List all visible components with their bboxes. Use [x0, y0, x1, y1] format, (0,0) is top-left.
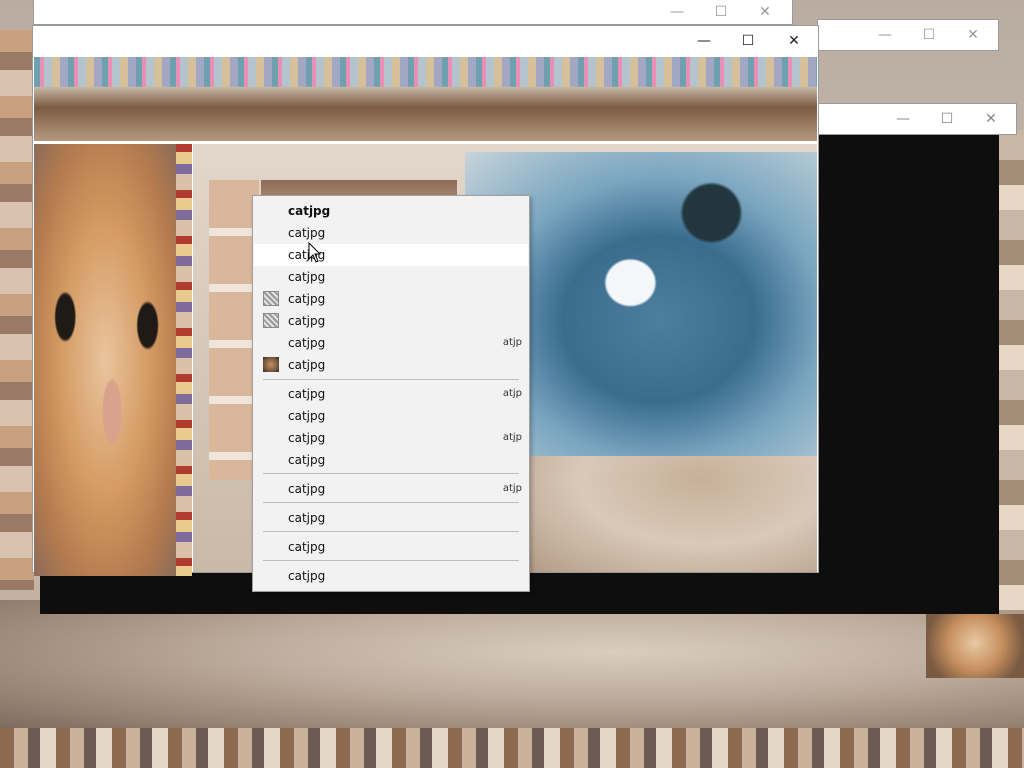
blurred-image-area: [529, 456, 817, 572]
menu-item-shortcut: atjp: [502, 388, 522, 399]
menu-item[interactable]: catjpg atjp: [254, 383, 528, 405]
menu-item-label: catjpg: [288, 226, 326, 240]
background-window-right[interactable]: — ☐ ✕: [818, 20, 998, 50]
menu-item-label: catjpg: [288, 292, 326, 306]
menu-item[interactable]: catjpg: [254, 565, 528, 587]
menu-item[interactable]: catjpg: [254, 222, 528, 244]
menu-item[interactable]: catjpg atjp: [254, 478, 528, 500]
background-window-black[interactable]: — ☐ ✕: [818, 104, 1016, 134]
maximize-button[interactable]: ☐: [906, 20, 952, 50]
title-bar[interactable]: — ☐ ✕: [33, 26, 818, 56]
menu-item-label: catjpg: [288, 387, 326, 401]
menu-item[interactable]: catjpg atjp: [254, 332, 528, 354]
menu-item-label: catjpg: [288, 409, 326, 423]
mouse-cursor-icon: [308, 242, 322, 263]
menu-item-label: catjpg: [288, 482, 326, 496]
menu-item-hovered[interactable]: catjpg: [254, 244, 528, 266]
maximize-button[interactable]: ☐: [698, 0, 744, 24]
cat-photo-icon: [263, 357, 279, 372]
minimize-button[interactable]: —: [681, 26, 727, 56]
menu-item-label: catjpg: [288, 270, 326, 284]
menu-separator: [263, 379, 519, 380]
menu-item[interactable]: catjpg atjp: [254, 427, 528, 449]
glitched-toolbar-image: [34, 57, 817, 141]
menu-item-shortcut: atjp: [502, 432, 522, 443]
menu-item[interactable]: catjpg: [254, 354, 528, 376]
orange-cat-image: [34, 144, 176, 576]
image-file-icon: [263, 313, 279, 328]
minimize-button[interactable]: —: [880, 104, 926, 134]
menu-item-label: catjpg: [288, 453, 326, 467]
menu-item[interactable]: catjpg: [254, 449, 528, 471]
menu-item-label: catjpg: [288, 431, 326, 445]
menu-item[interactable]: catjpg: [254, 310, 528, 332]
minimize-button[interactable]: —: [862, 20, 908, 50]
background-window-edge: [0, 30, 34, 590]
close-button[interactable]: ✕: [742, 0, 788, 24]
glitched-image-strip: [176, 144, 192, 576]
menu-item-shortcut: atjp: [502, 337, 522, 348]
menu-item[interactable]: catjpg: [254, 266, 528, 288]
maximize-button[interactable]: ☐: [924, 104, 970, 134]
menu-item[interactable]: catjpg: [254, 405, 528, 427]
glitched-taskbar: [0, 728, 1024, 768]
desktop-cat-thumbnail[interactable]: [926, 614, 1024, 678]
close-button[interactable]: ✕: [771, 26, 817, 56]
background-window-top[interactable]: — ☐ ✕: [34, 0, 792, 24]
menu-item-label: catjpg: [288, 569, 326, 583]
menu-item-label: catjpg: [288, 511, 326, 525]
menu-item[interactable]: catjpg: [254, 536, 528, 558]
menu-item-label: catjpg: [288, 336, 326, 350]
close-button[interactable]: ✕: [950, 20, 996, 50]
menu-item-label: catjpg: [288, 314, 326, 328]
menu-item-label: catjpg: [288, 358, 326, 372]
menu-item-shortcut: atjp: [502, 483, 522, 494]
menu-item-label: catjpg: [288, 540, 326, 554]
menu-separator: [263, 560, 519, 561]
close-button[interactable]: ✕: [968, 104, 1014, 134]
maximize-button[interactable]: ☐: [725, 26, 771, 56]
menu-separator: [263, 473, 519, 474]
menu-item[interactable]: catjpg: [254, 288, 528, 310]
image-file-icon: [263, 291, 279, 306]
desktop-wallpaper: [0, 600, 1024, 730]
background-window-edge: [998, 130, 1024, 610]
menu-item[interactable]: catjpg: [254, 507, 528, 529]
menu-separator: [263, 502, 519, 503]
menu-separator: [263, 531, 519, 532]
menu-item[interactable]: catjpg: [254, 200, 528, 222]
minimize-button[interactable]: —: [654, 0, 700, 24]
menu-item-label: catjpg: [288, 204, 331, 218]
context-menu[interactable]: catjpg catjpg catjpg catjpg catjpg catjp…: [252, 195, 530, 592]
